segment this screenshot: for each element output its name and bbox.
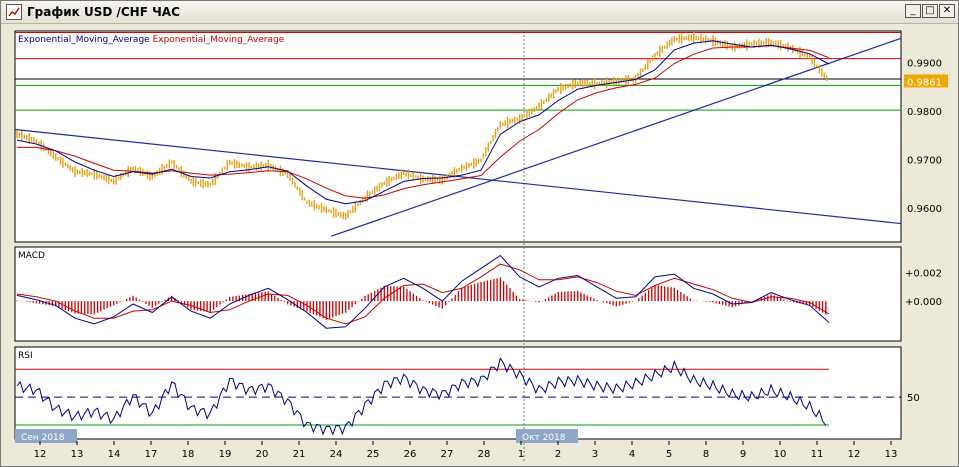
legend-ema-slow: Exponential_Moving_Average xyxy=(153,35,285,45)
chart-canvas[interactable]: 0.9990 0.9900 0.9800 0.9700 0.9600 0.9861 Expo… xyxy=(1,23,958,466)
x-axis-label: 2 xyxy=(555,449,561,460)
month-label: Окт 2018 xyxy=(522,433,566,443)
indicator-legend: Exponential_Moving_Average Exponential_M… xyxy=(18,35,285,45)
price-axis-label: 0.9700 xyxy=(907,156,942,167)
window-title: График USD /CHF ЧАС xyxy=(27,5,180,19)
x-axis-label: 1 xyxy=(518,449,524,460)
x-axis-label: 19 xyxy=(219,449,232,460)
x-axis-label: 17 xyxy=(145,449,158,460)
x-axis-label: 20 xyxy=(256,449,269,460)
x-axis-label: 25 xyxy=(367,449,380,460)
x-axis-label: 24 xyxy=(330,449,343,460)
title-bar[interactable]: График USD /CHF ЧАС _ □ ✕ xyxy=(1,1,958,24)
current-price-label: 0.9861 xyxy=(907,77,942,88)
x-axis-label: 9 xyxy=(740,449,746,460)
minimize-button[interactable]: _ xyxy=(905,4,921,18)
maximize-button[interactable]: □ xyxy=(922,4,938,18)
x-axis-label: 12 xyxy=(34,449,47,460)
x-axis-label: 27 xyxy=(441,449,454,460)
price-axis-label: 0.9600 xyxy=(907,204,942,215)
macd-label: MACD xyxy=(18,251,45,261)
x-axis-label: 13 xyxy=(885,449,898,460)
price-pane xyxy=(14,30,902,243)
price-axis-label: 0.9900 xyxy=(907,59,942,70)
x-axis-label: 18 xyxy=(182,449,195,460)
x-axis-label: 14 xyxy=(108,449,121,460)
x-axis-label: 5 xyxy=(666,449,672,460)
x-axis-label: 13 xyxy=(71,449,84,460)
close-button[interactable]: ✕ xyxy=(939,4,955,18)
legend-ema-fast: Exponential_Moving_Average xyxy=(18,35,153,45)
x-axis-label: 12 xyxy=(848,449,861,460)
x-axis-label: 3 xyxy=(592,449,598,460)
x-axis-label: 28 xyxy=(478,449,491,460)
x-axis-label: 21 xyxy=(293,449,306,460)
x-axis-label: 11 xyxy=(811,449,824,460)
month-label: Сен 2018 xyxy=(21,433,65,443)
rsi-axis-label: 50 xyxy=(907,393,920,404)
x-axis-label: 4 xyxy=(629,449,635,460)
price-axis-label: 0.9990 xyxy=(907,23,942,26)
x-axis-label: 26 xyxy=(404,449,417,460)
chart-app-icon xyxy=(6,4,22,20)
rsi-label: RSI xyxy=(18,351,33,361)
x-axis-label: 10 xyxy=(774,449,787,460)
x-axis-label: 8 xyxy=(703,449,709,460)
macd-axis-label: +0.002 xyxy=(905,269,942,280)
price-axis-label: 0.9800 xyxy=(907,107,942,118)
macd-axis-label: +0.000 xyxy=(905,297,942,308)
chart-window: График USD /CHF ЧАС _ □ ✕ 0.99900.99000.… xyxy=(0,0,959,467)
